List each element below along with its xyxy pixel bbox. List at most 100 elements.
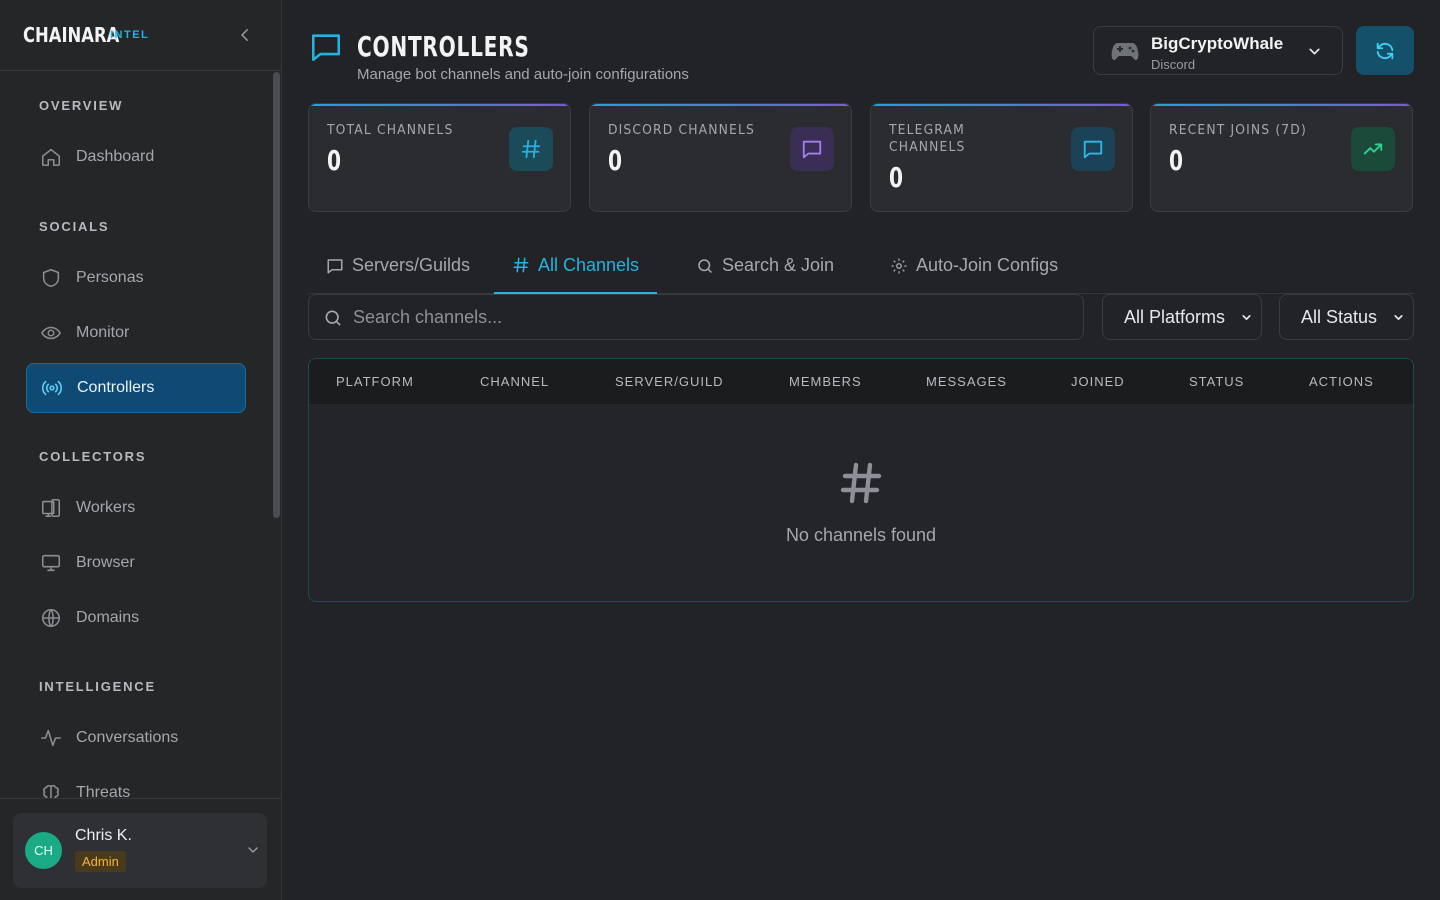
stat-value: 0 xyxy=(1169,144,1184,177)
refresh-button[interactable] xyxy=(1356,26,1414,75)
sidebar-item-label: Controllers xyxy=(77,379,155,396)
platform-select-value: All Platforms xyxy=(1124,306,1226,327)
chat-icon xyxy=(308,30,344,64)
chat-icon xyxy=(1082,138,1104,160)
hash-icon xyxy=(520,138,542,160)
tab-bar: Servers/Guilds All Channels Search & Joi… xyxy=(308,238,1414,294)
tab-all-channels[interactable]: All Channels xyxy=(494,238,658,294)
sidebar-item-label: Workers xyxy=(76,499,136,516)
sidebar-item-label: Monitor xyxy=(76,324,130,341)
search-input[interactable] xyxy=(353,295,1073,339)
stat-label: RECENT JOINS (7D) xyxy=(1169,123,1307,138)
search-icon xyxy=(696,257,714,275)
devices-icon xyxy=(40,497,62,519)
empty-state-text: No channels found xyxy=(785,525,937,545)
sidebar-item-label: Personas xyxy=(76,269,144,286)
page-title: CONTROLLERS xyxy=(357,30,530,63)
bot-name: BigCryptoWhale xyxy=(1151,34,1284,53)
monitor-icon xyxy=(40,552,62,574)
search-icon xyxy=(323,308,343,328)
activity-icon xyxy=(40,727,62,749)
user-area: CH Chris K. Admin xyxy=(0,798,281,900)
sidebar-item-threats[interactable]: Threats xyxy=(26,768,246,798)
sidebar-item-monitor[interactable]: Monitor xyxy=(26,308,246,358)
hash-icon xyxy=(837,456,885,510)
gear-icon xyxy=(890,257,908,275)
main-content: CONTROLLERS Manage bot channels and auto… xyxy=(282,0,1440,900)
tab-search-join[interactable]: Search & Join xyxy=(678,238,852,293)
stat-card-discord-channels: DISCORD CHANNELS 0 xyxy=(589,103,852,212)
bot-selector[interactable]: BigCryptoWhale Discord xyxy=(1093,26,1343,75)
tab-label: Search & Join xyxy=(722,255,835,275)
stat-label: TELEGRAM CHANNELS xyxy=(889,123,966,155)
stat-label: DISCORD CHANNELS xyxy=(608,123,755,138)
eye-icon xyxy=(40,322,62,344)
chat-icon xyxy=(326,257,344,275)
stat-value: 0 xyxy=(608,144,623,177)
section-label-collectors: COLLECTORS xyxy=(39,449,147,464)
stat-icon-bg-0 xyxy=(509,127,553,171)
tab-label: Auto-Join Configs xyxy=(916,255,1059,275)
user-role-badge: Admin xyxy=(75,851,126,872)
collapse-sidebar-icon[interactable] xyxy=(236,26,254,44)
stat-card-telegram-channels: TELEGRAM CHANNELS 0 xyxy=(870,103,1133,212)
home-icon xyxy=(40,146,62,168)
sidebar-item-personas[interactable]: Personas xyxy=(26,253,246,303)
sidebar-item-conversations[interactable]: Conversations xyxy=(26,713,246,763)
tab-label: Servers/Guilds xyxy=(352,255,471,275)
stat-value: 0 xyxy=(327,144,342,177)
sidebar-item-label: Threats xyxy=(76,784,131,798)
section-label-intelligence: INTELLIGENCE xyxy=(39,679,156,694)
column-header-channel: CHANNEL xyxy=(480,374,550,389)
status-select-value: All Status xyxy=(1301,306,1378,327)
sidebar-item-workers[interactable]: Workers xyxy=(26,483,246,533)
stat-card-total-channels: TOTAL CHANNELS 0 xyxy=(308,103,571,212)
tab-auto-join-configs[interactable]: Auto-Join Configs xyxy=(872,238,1076,293)
brand: CHAINARA INTEL xyxy=(0,0,281,71)
sidebar: CHAINARA INTEL OVERVIEW Dashboard SOCIAL… xyxy=(0,0,282,900)
section-label-socials: SOCIALS xyxy=(39,219,110,234)
sidebar-item-label: Dashboard xyxy=(76,148,155,165)
chevron-down-icon xyxy=(1392,311,1405,324)
sidebar-item-browser[interactable]: Browser xyxy=(26,538,246,588)
sidebar-item-controllers[interactable]: Controllers xyxy=(26,363,246,413)
sidebar-item-label: Conversations xyxy=(76,729,179,746)
sidebar-item-domains[interactable]: Domains xyxy=(26,593,246,643)
avatar: CH xyxy=(25,832,62,869)
column-header-actions: ACTIONS xyxy=(1309,374,1374,389)
tab-servers-guilds[interactable]: Servers/Guilds xyxy=(308,238,488,293)
chevron-down-icon xyxy=(1306,43,1323,60)
page-subtitle: Manage bot channels and auto-join config… xyxy=(357,66,689,83)
globe-icon xyxy=(40,607,62,629)
section-label-overview: OVERVIEW xyxy=(39,98,124,113)
sidebar-item-dashboard[interactable]: Dashboard xyxy=(26,132,246,182)
sidebar-scrollbar[interactable] xyxy=(273,72,280,518)
refresh-icon xyxy=(1374,40,1396,62)
status-select[interactable]: All Status xyxy=(1279,294,1414,340)
shield-icon xyxy=(40,267,62,289)
hash-icon xyxy=(512,256,530,274)
brand-name: CHAINARA xyxy=(23,23,120,47)
sidebar-nav: OVERVIEW Dashboard SOCIALS Personas Moni… xyxy=(0,72,272,798)
platform-select[interactable]: All Platforms xyxy=(1102,294,1262,340)
sidebar-item-label: Browser xyxy=(76,554,135,571)
bot-platform: Discord xyxy=(1151,57,1196,72)
user-menu[interactable]: CH Chris K. Admin xyxy=(13,813,267,888)
stat-icon-bg-3 xyxy=(1351,127,1395,171)
gamepad-icon xyxy=(1111,40,1139,62)
search-box xyxy=(308,294,1084,340)
column-header-status: STATUS xyxy=(1189,374,1245,389)
column-header-members: MEMBERS xyxy=(789,374,862,389)
chevron-down-icon xyxy=(1240,311,1253,324)
stat-label: TOTAL CHANNELS xyxy=(327,123,454,138)
column-header-platform: PLATFORM xyxy=(336,374,414,389)
tab-label: All Channels xyxy=(538,254,640,275)
sidebar-item-label: Domains xyxy=(76,609,140,626)
brand-tag: INTEL xyxy=(110,29,150,41)
stat-icon-bg-1 xyxy=(790,127,834,171)
column-header-joined: JOINED xyxy=(1071,374,1125,389)
chat-icon xyxy=(801,138,823,160)
table-header: PLATFORM CHANNEL SERVER/GUILD MEMBERS ME… xyxy=(309,359,1413,404)
broadcast-icon xyxy=(41,377,63,399)
user-name: Chris K. xyxy=(75,827,132,844)
